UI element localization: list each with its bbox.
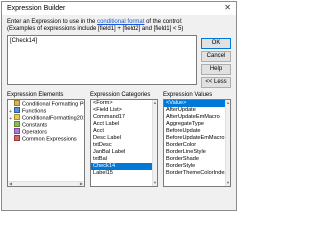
- categories-header: Expression Categories: [90, 92, 151, 98]
- scroll-up-icon[interactable]: ▲: [226, 101, 230, 105]
- value-item[interactable]: <Value>: [164, 100, 230, 107]
- conditional-format-link[interactable]: conditional format: [97, 19, 144, 25]
- instruction-suffix: of the control:: [144, 19, 183, 25]
- help-button[interactable]: Help: [201, 64, 231, 75]
- value-item[interactable]: AfterUpdate: [164, 107, 230, 114]
- category-item[interactable]: Acct Label: [91, 121, 157, 128]
- value-item[interactable]: BorderThemeColorIndex: [164, 170, 230, 177]
- expression-builder-dialog: Expression Builder ✕ Enter an Expression…: [1, 1, 237, 211]
- value-item[interactable]: BeforeUpdateEmMacro: [164, 135, 230, 142]
- element-item[interactable]: + Functions: [8, 107, 84, 114]
- instruction-line-1: Enter an Expression to use in the condit…: [7, 19, 182, 25]
- category-item[interactable]: txtDesc: [91, 142, 157, 149]
- value-item[interactable]: AggregateType: [164, 121, 230, 128]
- categories-vertical-scrollbar[interactable]: ▲ ▼: [152, 100, 157, 186]
- form-icon: [14, 100, 20, 106]
- values-header: Expression Values: [163, 92, 213, 98]
- category-item[interactable]: JanBal Label: [91, 149, 157, 156]
- category-item[interactable]: <Field List>: [91, 107, 157, 114]
- instruction-line-2: (Examples of expressions include [field1…: [7, 26, 184, 32]
- value-item[interactable]: BorderColor: [164, 142, 230, 149]
- values-vertical-scrollbar[interactable]: ▲ ▼: [225, 100, 230, 186]
- element-item[interactable]: Conditional Formatting Proper: [8, 100, 84, 107]
- value-item[interactable]: BorderLineStyle: [164, 149, 230, 156]
- scroll-up-icon[interactable]: ▲: [153, 101, 157, 105]
- value-item[interactable]: BeforeUpdate: [164, 128, 230, 135]
- elements-horizontal-scrollbar[interactable]: ◀ ▶: [8, 181, 84, 186]
- op-icon: [14, 128, 20, 134]
- less-button[interactable]: << Less: [201, 77, 231, 88]
- scroll-down-icon[interactable]: ▼: [226, 181, 230, 185]
- value-item[interactable]: BorderShade: [164, 156, 230, 163]
- category-item[interactable]: Command17: [91, 114, 157, 121]
- fx-icon: [14, 107, 20, 113]
- dialog-title: Expression Builder: [7, 5, 66, 12]
- value-item[interactable]: BorderStyle: [164, 163, 230, 170]
- category-item[interactable]: txtBal: [91, 156, 157, 163]
- const-icon: [14, 121, 20, 127]
- scroll-down-icon[interactable]: ▼: [153, 181, 157, 185]
- value-item[interactable]: AfterUpdateEmMacro: [164, 114, 230, 121]
- instruction-prefix: Enter an Expression to use in the: [7, 19, 98, 25]
- category-item[interactable]: Acct: [91, 128, 157, 135]
- ok-button[interactable]: OK: [201, 38, 231, 49]
- element-item[interactable]: Operators: [8, 128, 84, 135]
- element-item[interactable]: Constants: [8, 121, 84, 128]
- elements-header: Expression Elements: [7, 92, 64, 98]
- element-label: Common Expressions: [22, 136, 77, 143]
- close-icon[interactable]: ✕: [224, 3, 231, 13]
- expression-input[interactable]: [Check14]: [7, 35, 197, 85]
- title-bar: Expression Builder ✕: [2, 2, 236, 15]
- expression-elements-list[interactable]: Conditional Formatting Proper+Functions+…: [7, 99, 85, 187]
- folder-icon: [14, 114, 20, 120]
- expression-categories-list[interactable]: <Form> <Field List> Command17 Acct Label Acc…: [90, 99, 158, 187]
- category-item[interactable]: Desc Label: [91, 135, 157, 142]
- category-item[interactable]: Label15: [91, 170, 157, 177]
- scroll-left-icon[interactable]: ◀: [9, 182, 12, 186]
- common-icon: [14, 135, 20, 141]
- category-item[interactable]: Check14: [91, 163, 157, 170]
- scroll-right-icon[interactable]: ▶: [80, 182, 83, 186]
- category-item[interactable]: <Form>: [91, 100, 157, 107]
- cancel-button[interactable]: Cancel: [201, 51, 231, 62]
- element-item[interactable]: Common Expressions: [8, 135, 84, 142]
- expression-values-list[interactable]: <Value> AfterUpdate AfterUpdateEmMacro Aggr…: [163, 99, 231, 187]
- element-item[interactable]: +ConditionalFormatting2010.acc: [8, 114, 84, 121]
